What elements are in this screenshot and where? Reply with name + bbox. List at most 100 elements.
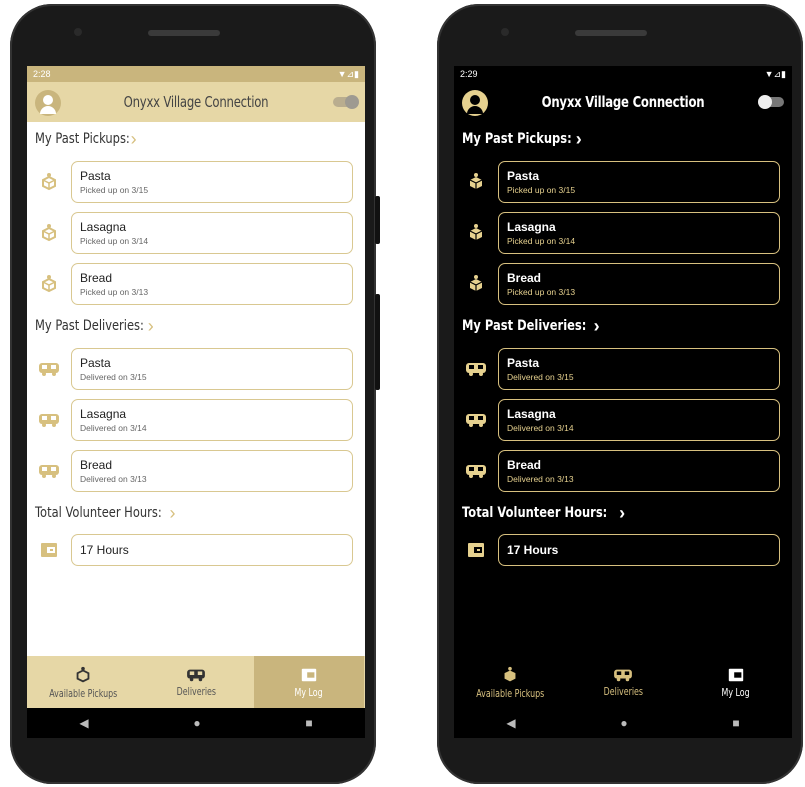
back-icon[interactable]: ◀: [79, 716, 88, 730]
bottom-navigation: Available Pickups Deliveries My Log: [454, 656, 792, 708]
nav-deliveries[interactable]: Deliveries: [141, 667, 251, 698]
power-button: [375, 294, 380, 390]
package-hand-icon: [454, 222, 498, 244]
recents-icon[interactable]: ■: [305, 716, 312, 730]
dark-mode-toggle[interactable]: [333, 95, 359, 109]
hours-card[interactable]: 17 Hours: [71, 534, 353, 566]
chevron-right-icon[interactable]: ›: [619, 503, 625, 524]
section-title: Total Volunteer Hours:: [462, 505, 608, 521]
home-icon[interactable]: ●: [193, 716, 200, 730]
section-title: My Past Deliveries:: [462, 318, 587, 334]
nav-label: Available Pickups: [49, 686, 118, 700]
dark-mode-toggle[interactable]: [758, 95, 784, 109]
nav-my-log[interactable]: My Log: [253, 656, 364, 708]
list-item[interactable]: Bread Delivered on 3/13: [454, 445, 792, 496]
phone-dark: 2:29 ▼⊿▮ Onyxx Village Connection My Pas…: [437, 4, 803, 784]
card-subtitle: Picked up on 3/14: [507, 235, 576, 246]
delivery-card[interactable]: Bread Delivered on 3/13: [71, 449, 353, 492]
nav-my-log[interactable]: My Log: [681, 666, 791, 699]
card-subtitle: Delivered on 3/15: [80, 371, 147, 382]
hours-card[interactable]: 17 Hours: [498, 534, 780, 566]
section-deliveries-header[interactable]: My Past Deliveries: ›: [454, 309, 792, 343]
list-item[interactable]: Bread Delivered on 3/13: [27, 445, 365, 496]
avatar-icon[interactable]: [35, 90, 61, 116]
chevron-right-icon[interactable]: ›: [594, 316, 600, 337]
list-item[interactable]: Pasta Delivered on 3/15: [27, 343, 365, 394]
status-icons: ▼⊿▮: [337, 68, 359, 79]
list-item[interactable]: Pasta Picked up on 3/15: [27, 156, 365, 207]
nav-label: My Log: [721, 685, 750, 699]
delivery-card[interactable]: Pasta Delivered on 3/15: [71, 347, 353, 390]
delivery-card[interactable]: Bread Delivered on 3/13: [498, 449, 780, 492]
recents-icon[interactable]: ■: [732, 716, 739, 730]
van-icon: [454, 360, 498, 378]
app-title: Onyxx Village Connection: [541, 93, 705, 111]
pickup-card[interactable]: Bread Picked up on 3/13: [498, 262, 780, 305]
screen-light: 2:28 ▼⊿▮ Onyxx Village Connection My Pas…: [27, 66, 365, 738]
van-icon: [27, 462, 71, 480]
nav-available-pickups[interactable]: Available Pickups: [455, 665, 565, 700]
section-pickups-header[interactable]: My Past Pickups: ›: [454, 122, 792, 156]
list-item[interactable]: Bread Picked up on 3/13: [454, 258, 792, 309]
back-icon[interactable]: ◀: [506, 716, 515, 730]
nav-deliveries[interactable]: Deliveries: [568, 667, 678, 698]
nav-label: My Log: [294, 685, 323, 699]
status-icons: ▼⊿▮: [764, 68, 786, 79]
hours-row[interactable]: 17 Hours: [454, 530, 792, 570]
section-title: My Past Deliveries:: [35, 318, 144, 334]
toggle-knob: [345, 95, 359, 109]
van-icon: [454, 462, 498, 480]
avatar-icon[interactable]: [462, 90, 488, 116]
package-hand-icon: [454, 171, 498, 193]
card-subtitle: Picked up on 3/14: [80, 235, 149, 246]
pickup-card[interactable]: Lasagna Picked up on 3/14: [498, 211, 780, 254]
nav-label: Available Pickups: [476, 686, 545, 700]
delivery-card[interactable]: Lasagna Delivered on 3/14: [71, 398, 353, 441]
card-title: Lasagna: [80, 406, 127, 421]
section-title: My Past Pickups:: [462, 131, 572, 147]
earpiece-speaker: [148, 30, 220, 36]
section-hours-header[interactable]: Total Volunteer Hours: ›: [454, 496, 792, 530]
chevron-right-icon[interactable]: ›: [170, 503, 176, 524]
card-subtitle: Delivered on 3/14: [507, 422, 574, 433]
chevron-right-icon[interactable]: ›: [131, 129, 137, 150]
app-title: Onyxx Village Connection: [123, 93, 269, 111]
card-title: Bread: [507, 270, 542, 285]
card-subtitle: Delivered on 3/15: [507, 371, 574, 382]
card-title: Bread: [80, 457, 113, 472]
list-item[interactable]: Pasta Delivered on 3/15: [454, 343, 792, 394]
front-camera: [501, 28, 509, 36]
pickup-card[interactable]: Pasta Picked up on 3/15: [498, 160, 780, 203]
pickup-card[interactable]: Pasta Picked up on 3/15: [71, 160, 353, 203]
package-hand-icon: [27, 171, 71, 193]
list-item[interactable]: Lasagna Delivered on 3/14: [454, 394, 792, 445]
section-deliveries-header[interactable]: My Past Deliveries: ›: [27, 309, 365, 343]
hours-row[interactable]: 17 Hours: [27, 530, 365, 570]
home-icon[interactable]: ●: [620, 716, 627, 730]
delivery-card[interactable]: Lasagna Delivered on 3/14: [498, 398, 780, 441]
nav-available-pickups[interactable]: Available Pickups: [28, 665, 138, 700]
list-item[interactable]: Pasta Picked up on 3/15: [454, 156, 792, 207]
pickup-card[interactable]: Lasagna Picked up on 3/14: [71, 211, 353, 254]
wallet-icon: [454, 541, 498, 559]
status-time: 2:28: [33, 69, 51, 79]
van-icon: [27, 411, 71, 429]
delivery-card[interactable]: Pasta Delivered on 3/15: [498, 347, 780, 390]
toggle-knob: [758, 95, 772, 109]
list-item[interactable]: Lasagna Delivered on 3/14: [27, 394, 365, 445]
section-hours-header[interactable]: Total Volunteer Hours: ›: [27, 496, 365, 530]
card-subtitle: Picked up on 3/15: [80, 184, 149, 195]
list-item[interactable]: Lasagna Picked up on 3/14: [27, 207, 365, 258]
card-subtitle: Picked up on 3/13: [507, 286, 576, 297]
card-title: Lasagna: [507, 406, 556, 421]
list-item[interactable]: Bread Picked up on 3/13: [27, 258, 365, 309]
van-icon: [454, 411, 498, 429]
system-navigation: ◀ ● ■: [454, 708, 792, 738]
list-item[interactable]: Lasagna Picked up on 3/14: [454, 207, 792, 258]
pickup-card[interactable]: Bread Picked up on 3/13: [71, 262, 353, 305]
card-subtitle: Delivered on 3/13: [80, 473, 147, 484]
section-pickups-header[interactable]: My Past Pickups: ›: [27, 122, 365, 156]
card-title: Pasta: [507, 355, 540, 370]
chevron-right-icon[interactable]: ›: [148, 316, 154, 337]
chevron-right-icon[interactable]: ›: [576, 129, 582, 150]
